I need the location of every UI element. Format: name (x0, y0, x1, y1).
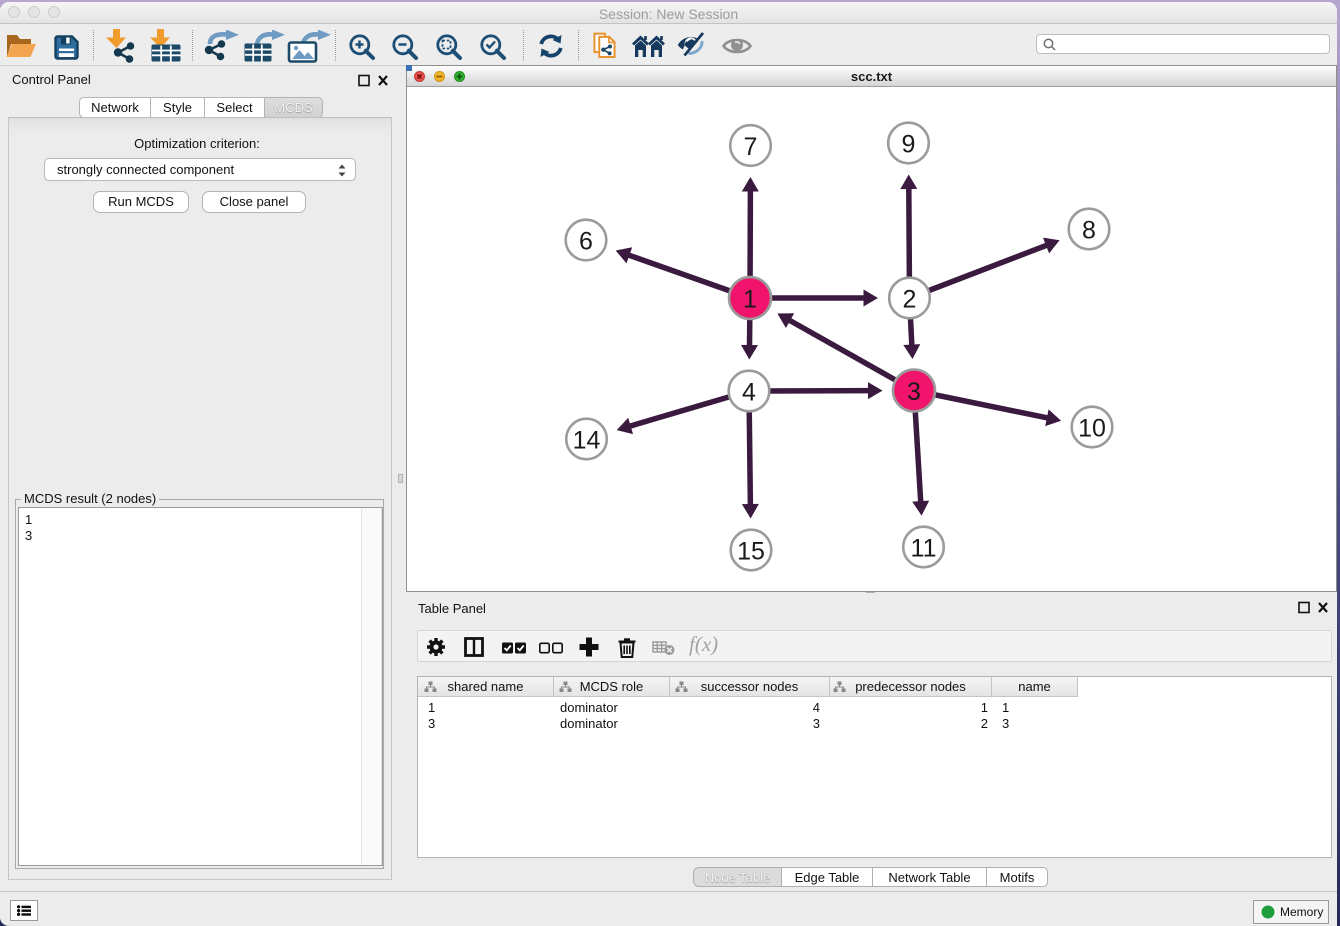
svg-text:15: 15 (737, 538, 765, 566)
svg-text:9: 9 (902, 131, 916, 159)
svg-text:11: 11 (911, 535, 937, 563)
svg-text:6: 6 (579, 228, 593, 256)
svg-text:3: 3 (907, 378, 921, 406)
svg-text:10: 10 (1078, 415, 1106, 443)
svg-text:1: 1 (743, 286, 757, 314)
svg-text:4: 4 (742, 379, 756, 407)
svg-text:8: 8 (1082, 217, 1096, 245)
svg-text:14: 14 (573, 427, 601, 455)
svg-text:2: 2 (903, 286, 917, 314)
svg-text:7: 7 (744, 133, 758, 161)
